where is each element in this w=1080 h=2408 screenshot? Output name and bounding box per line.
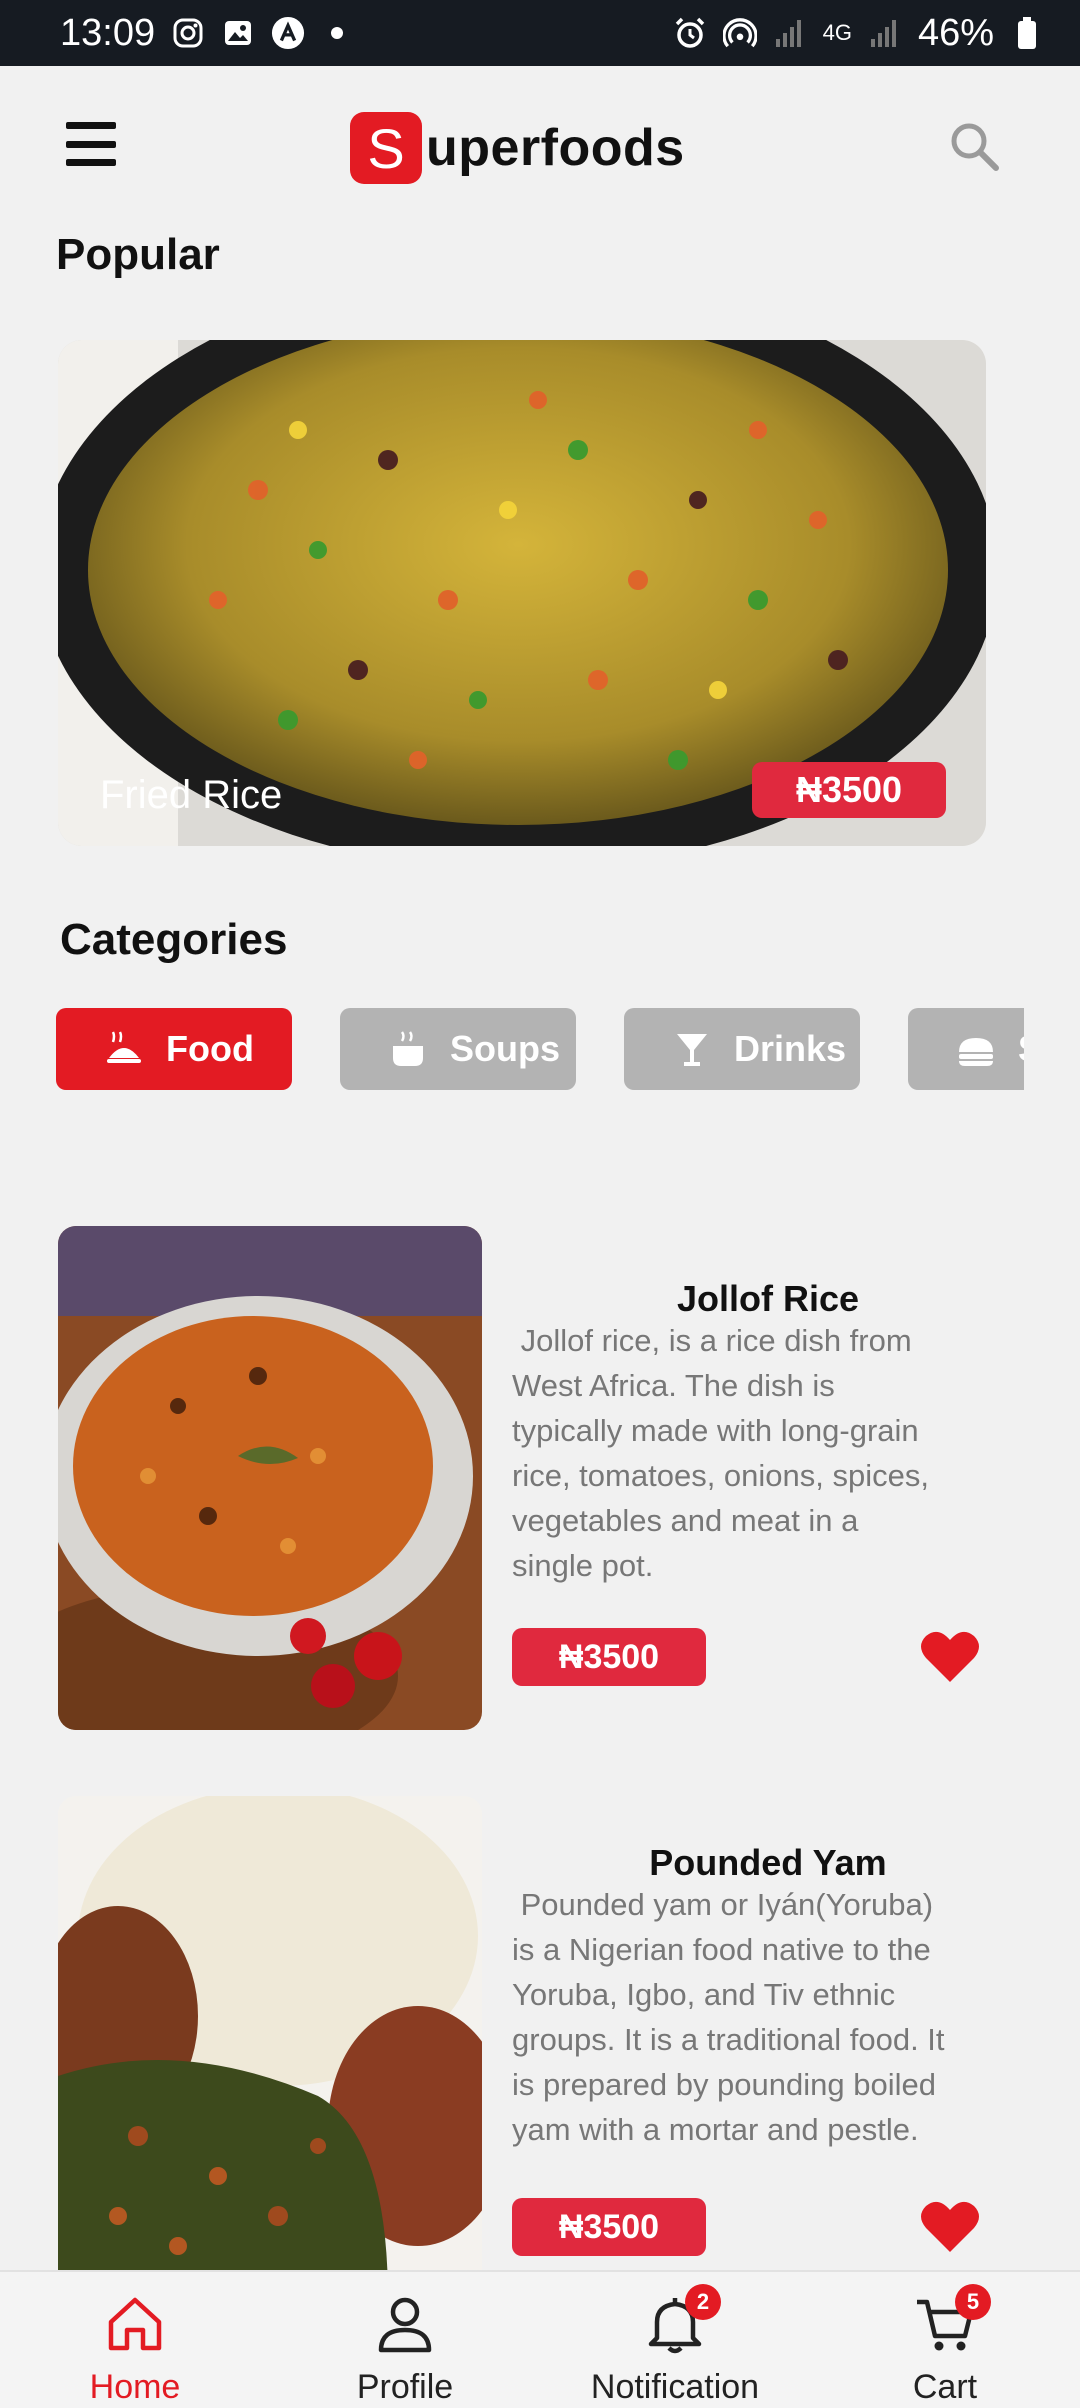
categories-title: Categories — [60, 915, 288, 964]
home-icon — [103, 2292, 167, 2356]
category-drinks[interactable]: Drinks — [624, 1008, 860, 1090]
nav-label: Home — [89, 2368, 181, 2406]
desc-line: is a Nigerian food native to the — [512, 1932, 931, 1967]
network-type: 4G — [822, 20, 852, 45]
desc-line: is prepared by pounding boiled — [512, 2067, 936, 2102]
search-icon[interactable] — [946, 118, 1002, 174]
app-notification-icon — [271, 16, 305, 50]
status-bar: 13:09 4G 46% — [0, 0, 1080, 66]
app-logo: S uperfoods — [350, 112, 685, 184]
food-title: Pounded Yam — [649, 1842, 887, 1883]
snacks-icon — [954, 1027, 998, 1071]
nav-label: Notification — [590, 2368, 760, 2406]
food-description: Pounded yam or Iyán(Yoruba) is a Nigeria… — [512, 1882, 1012, 2152]
alarm-icon — [673, 16, 707, 50]
instagram-icon — [171, 16, 205, 50]
food-price: ₦3500 — [512, 1628, 706, 1686]
desc-line: rice, tomatoes, onions, spices, — [512, 1458, 929, 1493]
logo-text: uperfoods — [426, 119, 685, 177]
popular-title: Popular — [56, 230, 220, 279]
bell-icon: 2 — [643, 2284, 721, 2356]
heart-icon[interactable] — [920, 2198, 980, 2254]
nav-label: Profile — [356, 2368, 454, 2406]
popular-item-price: ₦3500 — [752, 762, 946, 818]
battery-percent: 46% — [917, 11, 994, 54]
gallery-icon — [221, 16, 255, 50]
cart-icon: 5 — [913, 2284, 991, 2356]
nav-home[interactable]: Home — [0, 2272, 270, 2408]
categories-row: Food Soups Drinks S — [56, 1008, 1024, 1092]
nav-notification[interactable]: 2 Notification — [540, 2272, 810, 2408]
drink-icon — [670, 1027, 714, 1071]
category-soups[interactable]: Soups — [340, 1008, 576, 1090]
food-card-pounded-yam[interactable]: Pounded Yam Pounded yam or Iyán(Yoruba) … — [58, 1796, 1026, 2270]
desc-line: single pot. — [512, 1548, 654, 1583]
category-snacks[interactable]: S — [908, 1008, 1024, 1090]
popular-item-name: Fried Rice — [100, 773, 283, 817]
category-label: S — [1018, 1028, 1024, 1070]
notification-badge: 2 — [685, 2284, 721, 2320]
desc-line: Jollof rice, is a rice dish from — [512, 1323, 912, 1358]
food-description: Jollof rice, is a rice dish from West Af… — [512, 1318, 1012, 1588]
food-icon — [102, 1027, 146, 1071]
soup-icon — [386, 1027, 430, 1071]
category-label: Food — [166, 1028, 254, 1069]
notification-dot — [331, 27, 344, 39]
food-title: Jollof Rice — [676, 1278, 860, 1319]
desc-line: West Africa. The dish is — [512, 1368, 835, 1403]
popular-card[interactable]: Fried Rice ₦3500 — [58, 340, 986, 846]
desc-line: typically made with long-grain — [512, 1413, 919, 1448]
nav-cart[interactable]: 5 Cart — [810, 2272, 1080, 2408]
category-food[interactable]: Food — [56, 1008, 292, 1090]
logo-badge: S — [350, 112, 422, 184]
desc-line: groups. It is a traditional food. It — [512, 2022, 945, 2057]
app-header: S uperfoods — [0, 66, 1080, 236]
heart-icon[interactable] — [920, 1628, 980, 1684]
nav-label: Cart — [912, 2368, 978, 2406]
desc-line: Yoruba, Igbo, and Tiv ethnic — [512, 1977, 896, 2012]
status-right: 4G 46% — [673, 12, 1044, 55]
cart-badge: 5 — [955, 2284, 991, 2320]
bottom-nav: Home Profile 2 Notification 5 Cart — [0, 2270, 1080, 2408]
nav-profile[interactable]: Profile — [270, 2272, 540, 2408]
desc-line: Pounded yam or Iyán(Yoruba) — [512, 1887, 934, 1922]
status-time: 13:09 — [60, 11, 156, 54]
hotspot-icon — [722, 16, 757, 50]
signal-icon-2 — [868, 16, 902, 50]
signal-icon — [773, 16, 807, 50]
desc-line: vegetables and meat in a — [512, 1503, 859, 1538]
status-left: 13:09 — [60, 11, 344, 55]
food-card-jollof-rice[interactable]: Jollof Rice Jollof rice, is a rice dish … — [58, 1226, 1026, 1730]
profile-icon — [373, 2292, 437, 2356]
pounded-yam-image — [58, 1796, 482, 2270]
desc-line: yam with a mortar and pestle. — [512, 2112, 919, 2147]
food-price: ₦3500 — [512, 2198, 706, 2256]
category-label: Drinks — [734, 1028, 847, 1069]
menu-icon[interactable] — [66, 122, 116, 166]
battery-icon — [1010, 16, 1044, 50]
category-label: Soups — [450, 1028, 561, 1069]
jollof-rice-image — [58, 1226, 482, 1730]
